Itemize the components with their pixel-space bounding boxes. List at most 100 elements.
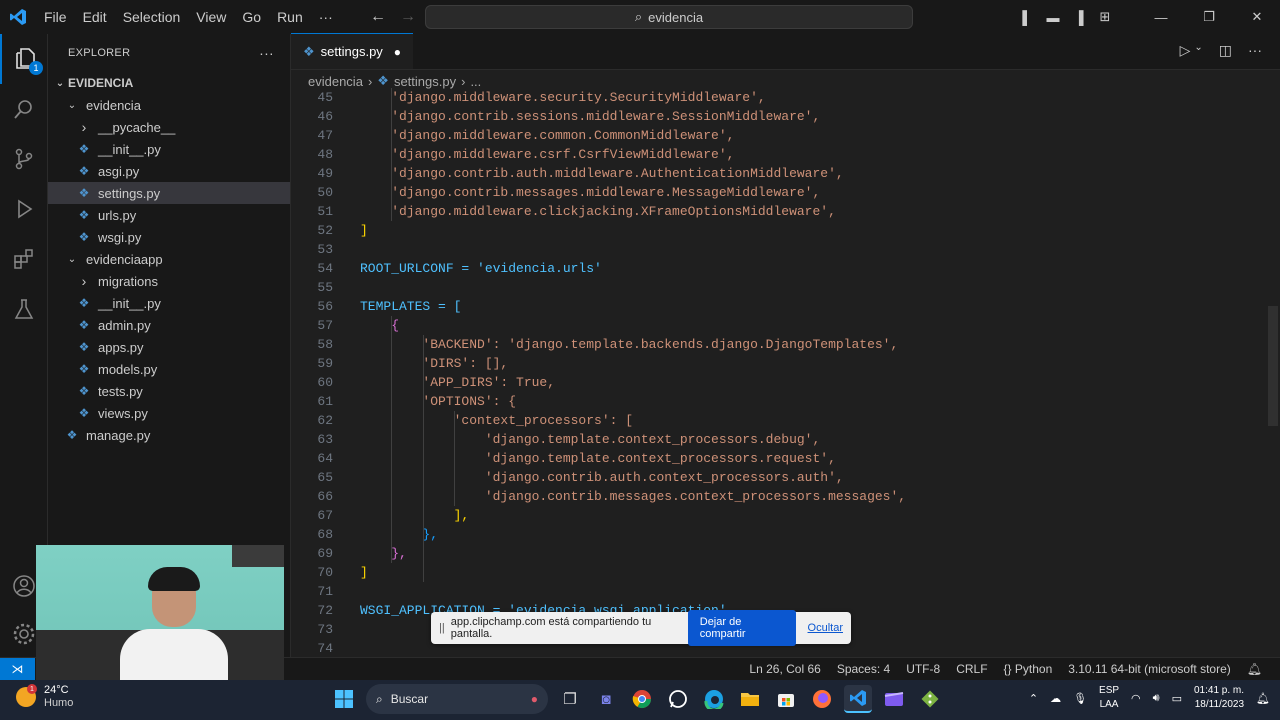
code-text: 'django.contrib.auth.context_processors.…: [360, 470, 844, 485]
tree-folder[interactable]: ⌄ evidencia: [48, 94, 290, 116]
unsaved-dot-icon[interactable]: ●: [394, 45, 401, 59]
share-message: app.clipchamp.com está compartiendo tu p…: [450, 616, 652, 640]
notifications-bell-icon[interactable]: 🔔︎: [1247, 662, 1262, 676]
indentation[interactable]: Spaces: 4: [837, 662, 890, 676]
microsoft-store-icon[interactable]: [772, 685, 800, 713]
task-view-icon[interactable]: ❐: [556, 685, 584, 713]
minimize-icon[interactable]: —: [1148, 10, 1174, 25]
breadcrumb-folder[interactable]: evidencia: [308, 74, 363, 89]
run-dropdown-chevron-icon[interactable]: ⌄: [1194, 42, 1202, 59]
taskbar-search[interactable]: ⌕ Buscar ●: [366, 684, 548, 714]
hide-link[interactable]: Ocultar: [808, 622, 843, 634]
menu-item[interactable]: File: [36, 9, 75, 25]
wifi-icon[interactable]: ◠: [1131, 692, 1141, 705]
git-icon[interactable]: [916, 685, 944, 713]
input-language[interactable]: ESP LAA: [1099, 684, 1119, 712]
file-explorer-icon[interactable]: [736, 685, 764, 713]
notifications-icon[interactable]: 🔔︎: [1256, 692, 1270, 705]
breadcrumb-file[interactable]: settings.py: [394, 74, 456, 89]
tree-file[interactable]: ❖ manage.py: [48, 424, 290, 446]
menu-item[interactable]: Selection: [115, 9, 189, 25]
tree-file[interactable]: ❖ models.py: [48, 358, 290, 380]
clipchamp-icon[interactable]: [880, 685, 908, 713]
forward-arrow-icon[interactable]: →: [400, 8, 416, 26]
tree-file[interactable]: ❖ wsgi.py: [48, 226, 290, 248]
tree-file[interactable]: ❖ __init__.py: [48, 138, 290, 160]
run-debug-icon[interactable]: [0, 184, 48, 234]
line-number: 56: [317, 299, 333, 314]
line-number: 69: [317, 546, 333, 561]
breadcrumb-more[interactable]: ...: [470, 74, 481, 89]
toggle-panel-icon[interactable]: ▬: [1040, 10, 1066, 25]
tree-folder[interactable]: › migrations: [48, 270, 290, 292]
extensions-icon[interactable]: [0, 234, 48, 284]
tree-item-label: tests.py: [98, 383, 143, 399]
python-interpreter[interactable]: 3.10.11 64-bit (microsoft store): [1068, 662, 1231, 676]
testing-flask-icon[interactable]: [0, 284, 48, 334]
show-hidden-icons-icon[interactable]: ⌃: [1029, 692, 1038, 705]
line-number: 63: [317, 432, 333, 447]
code-text: 'OPTIONS': {: [360, 394, 517, 409]
vscode-logo-icon[interactable]: [0, 0, 36, 34]
toggle-secondary-sidebar-icon[interactable]: ▐: [1066, 10, 1092, 25]
end-of-line[interactable]: CRLF: [956, 662, 987, 676]
cursor-position[interactable]: Ln 26, Col 66: [749, 662, 820, 676]
tree-file[interactable]: ❖ asgi.py: [48, 160, 290, 182]
clock-date: 18/11/2023: [1194, 699, 1245, 710]
menu-item[interactable]: Edit: [75, 9, 115, 25]
tree-item-label: asgi.py: [98, 163, 140, 179]
tree-file[interactable]: ❖ urls.py: [48, 204, 290, 226]
edge-icon[interactable]: [700, 685, 728, 713]
windows-start-icon[interactable]: [330, 685, 358, 713]
status-bar-right: Ln 26, Col 66 Spaces: 4 UTF-8 CRLF {} Py…: [749, 662, 1262, 676]
customize-layout-icon[interactable]: ⊞: [1092, 9, 1118, 25]
command-center-search[interactable]: ⌕ evidencia: [425, 5, 913, 29]
stop-sharing-button[interactable]: Dejar de compartir: [687, 610, 796, 646]
tree-file[interactable]: ❖ views.py: [48, 402, 290, 424]
volume-icon[interactable]: 🔊︎: [1153, 692, 1160, 705]
workspace-root[interactable]: ⌄ EVIDENCIA: [48, 72, 290, 94]
encoding[interactable]: UTF-8: [906, 662, 940, 676]
tab-settings-py[interactable]: ❖ settings.py ●: [291, 33, 413, 69]
split-editor-icon[interactable]: ◫: [1219, 42, 1232, 59]
code-text: 'django.contrib.messages.middleware.Mess…: [360, 185, 821, 200]
language-mode[interactable]: {} Python: [1004, 662, 1053, 676]
scrollbar-thumb[interactable]: [1268, 306, 1278, 426]
back-arrow-icon[interactable]: ←: [370, 8, 386, 26]
tree-file[interactable]: ❖ apps.py: [48, 336, 290, 358]
tree-folder[interactable]: ⌄ evidenciaapp: [48, 248, 290, 270]
clock[interactable]: 01:41 p. m. 18/11/2023: [1194, 684, 1244, 712]
close-icon[interactable]: ✕: [1244, 9, 1270, 25]
menu-item[interactable]: ···: [311, 9, 341, 25]
menu-item[interactable]: Go: [234, 9, 269, 25]
explorer-more-icon[interactable]: ···: [259, 45, 274, 61]
remote-indicator-icon[interactable]: ⋊: [0, 657, 35, 681]
tree-file[interactable]: ❖ __init__.py: [48, 292, 290, 314]
teams-chat-icon[interactable]: ◙: [592, 685, 620, 713]
drag-handle-icon[interactable]: ||: [439, 622, 445, 634]
line-number: 51: [317, 204, 333, 219]
menu-item[interactable]: Run: [269, 9, 311, 25]
tree-file[interactable]: ❖ tests.py: [48, 380, 290, 402]
tree-file[interactable]: ❖ settings.py: [48, 182, 290, 204]
run-python-file-icon[interactable]: ▷: [1180, 42, 1191, 59]
toggle-sidebar-icon[interactable]: ▌: [1014, 10, 1040, 25]
battery-icon[interactable]: ▭: [1172, 692, 1182, 705]
editor-more-icon[interactable]: ···: [1248, 42, 1262, 59]
restore-icon[interactable]: ❐: [1196, 9, 1222, 25]
vscode-taskbar-icon[interactable]: [844, 685, 872, 713]
tree-folder[interactable]: › __pycache__: [48, 116, 290, 138]
code-editor[interactable]: 45 'django.middleware.security.SecurityM…: [291, 88, 1271, 657]
chrome-icon[interactable]: [628, 685, 656, 713]
tree-file[interactable]: ❖ admin.py: [48, 314, 290, 336]
microphone-icon[interactable]: 🎙︎: [1073, 692, 1087, 705]
menu-item[interactable]: View: [188, 9, 234, 25]
explorer-icon[interactable]: 1: [0, 34, 48, 84]
cloud-icon[interactable]: ☁︎: [1050, 692, 1061, 705]
source-control-icon[interactable]: [0, 134, 48, 184]
search-view-icon[interactable]: [0, 84, 48, 134]
editor-scrollbar[interactable]: [1266, 88, 1280, 657]
whatsapp-icon[interactable]: [664, 685, 692, 713]
firefox-icon[interactable]: [808, 685, 836, 713]
weather-widget[interactable]: 1 24°C Humo: [16, 684, 73, 710]
